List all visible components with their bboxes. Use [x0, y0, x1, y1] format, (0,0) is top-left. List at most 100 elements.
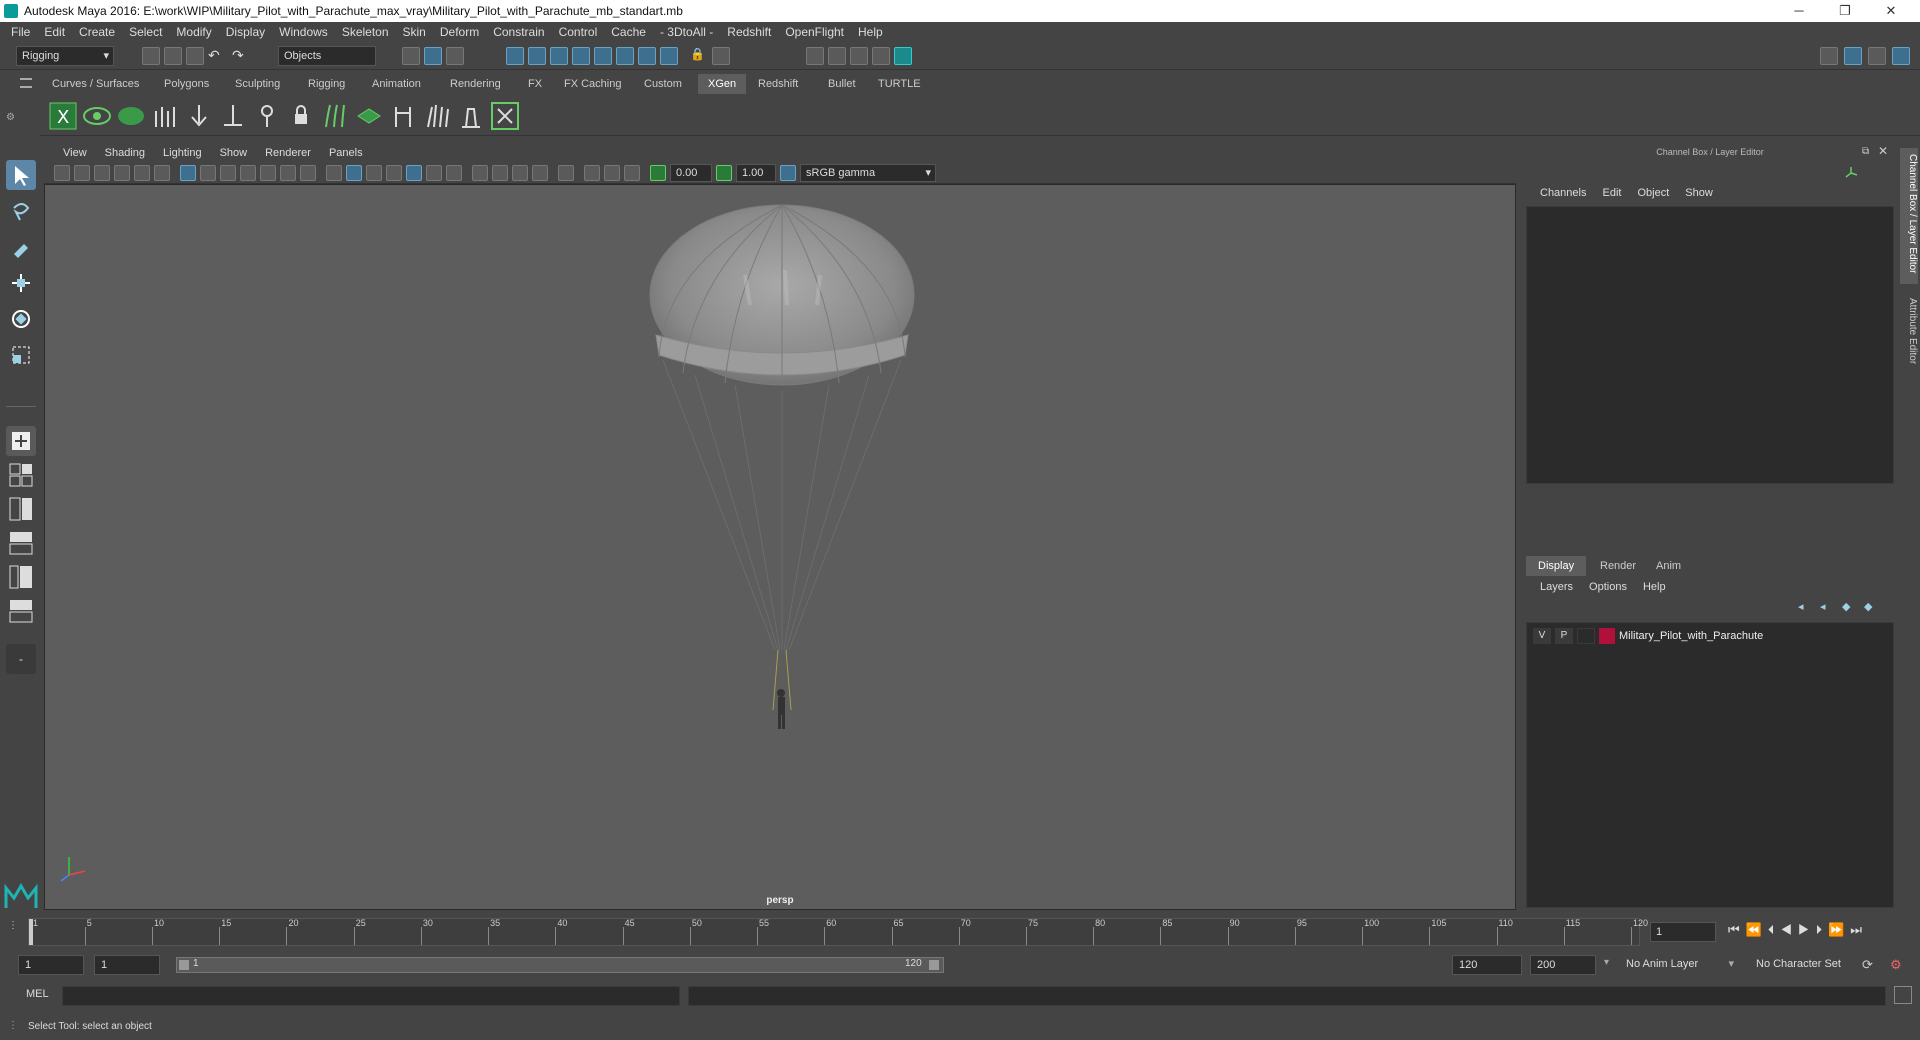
- shelf-tab-redshift[interactable]: Redshift: [748, 74, 808, 94]
- chevron-down-icon[interactable]: ▾: [1604, 957, 1609, 968]
- menu-deform[interactable]: Deform: [433, 25, 486, 39]
- snap-grid-icon[interactable]: [506, 47, 524, 68]
- step-back-key-icon[interactable]: ⏪: [1746, 922, 1768, 937]
- image-plane-icon[interactable]: [114, 165, 130, 184]
- shelf-tab-custom[interactable]: Custom: [634, 74, 692, 94]
- xgen-grass-icon[interactable]: [422, 101, 452, 131]
- channel-box-menu-channels[interactable]: Channels: [1532, 187, 1594, 199]
- go-to-start-icon[interactable]: ⏮: [1728, 922, 1746, 937]
- menu-redshift[interactable]: Redshift: [720, 25, 778, 39]
- step-back-frame-icon[interactable]: ⏴: [1768, 922, 1781, 937]
- channel-box-toggle-icon[interactable]: [1844, 47, 1862, 68]
- two-pane-side-layout-icon[interactable]: [6, 494, 36, 524]
- outliner-layout-icon[interactable]: [6, 562, 36, 592]
- menu-skin[interactable]: Skin: [396, 25, 433, 39]
- float-panel-icon[interactable]: ⧉: [1862, 146, 1869, 157]
- render-settings-icon[interactable]: [872, 47, 890, 68]
- snap-curve-icon[interactable]: [528, 47, 546, 68]
- end-time-field[interactable]: 200: [1530, 955, 1596, 975]
- shelf-tab-polygons[interactable]: Polygons: [154, 74, 219, 94]
- snap-live-surface-icon[interactable]: [594, 47, 612, 68]
- menu-3dtoall[interactable]: - 3DtoAll -: [653, 25, 720, 39]
- panel-menu-view[interactable]: View: [54, 147, 96, 159]
- xgen-layer-icon[interactable]: [354, 101, 384, 131]
- xgen-rebuild-icon[interactable]: [490, 101, 520, 131]
- menu-control[interactable]: Control: [552, 25, 605, 39]
- go-to-end-icon[interactable]: ⏭: [1850, 922, 1868, 937]
- shadows-icon[interactable]: [446, 165, 462, 184]
- gamma-field[interactable]: 1.00: [736, 164, 776, 182]
- open-scene-icon[interactable]: [164, 47, 182, 68]
- range-slider-start-handle[interactable]: [179, 960, 189, 970]
- shelf-settings-icon[interactable]: ⚙: [6, 112, 15, 123]
- panel-menu-panels[interactable]: Panels: [320, 147, 372, 159]
- side-tab-attribute-editor[interactable]: Attribute Editor: [1900, 292, 1918, 392]
- render-view-icon[interactable]: [806, 47, 824, 68]
- layer-menu-layers[interactable]: Layers: [1532, 581, 1581, 593]
- xgen-clumping-icon[interactable]: [456, 101, 486, 131]
- use-all-lights-icon[interactable]: [426, 165, 442, 184]
- shelf-tab-fx[interactable]: FX: [518, 74, 552, 94]
- playback-end-field[interactable]: 120: [1452, 955, 1522, 975]
- render-frame-icon[interactable]: [828, 47, 846, 68]
- layer-row[interactable]: V P Military_Pilot_with_Parachute: [1533, 627, 1889, 645]
- history-icon[interactable]: [638, 47, 656, 68]
- snap-view-plane-icon[interactable]: [572, 47, 590, 68]
- undo-icon[interactable]: ↶: [208, 47, 220, 64]
- resolution-gate-icon[interactable]: [220, 165, 236, 184]
- shelf-tab-turtle[interactable]: TURTLE: [868, 74, 931, 94]
- play-backward-icon[interactable]: ◀: [1780, 922, 1798, 937]
- select-by-component-icon[interactable]: [446, 47, 464, 68]
- select-arrow-icon[interactable]: [6, 160, 36, 190]
- time-slider-handle-icon[interactable]: ⋮: [8, 920, 18, 931]
- selection-mode-dropdown[interactable]: Objects: [278, 46, 376, 66]
- wireframe-on-shaded-icon[interactable]: [386, 165, 402, 184]
- tab-render[interactable]: Render: [1588, 556, 1648, 576]
- step-forward-frame-icon[interactable]: ⏵: [1816, 922, 1829, 937]
- xgen-guide-length-icon[interactable]: [218, 101, 248, 131]
- xgen-guides-curves-icon[interactable]: [320, 101, 350, 131]
- time-ruler[interactable]: 1 5 10 15 20 25 30 35 40 45 50 55 60 65 70 75 80 85 90 95 10…: [28, 918, 1648, 946]
- tool-settings-toggle-icon[interactable]: [1892, 47, 1910, 68]
- restore-button[interactable]: ❐: [1822, 0, 1868, 22]
- paint-select-icon[interactable]: [6, 232, 36, 262]
- shelf-tab-xgen[interactable]: XGen: [698, 74, 747, 94]
- layer-color-swatch[interactable]: [1599, 628, 1615, 644]
- start-time-field[interactable]: 1: [18, 955, 84, 975]
- menu-select[interactable]: Select: [122, 25, 169, 39]
- character-set-dropdown[interactable]: No Character Set: [1750, 955, 1868, 975]
- depth-of-field-icon[interactable]: [532, 165, 548, 184]
- shelf-tab-rigging[interactable]: Rigging: [298, 74, 355, 94]
- move-tool-icon[interactable]: [6, 268, 36, 298]
- panel-menu-show[interactable]: Show: [211, 147, 257, 159]
- four-pane-layout-icon[interactable]: [6, 460, 36, 490]
- select-by-object-icon[interactable]: [424, 47, 442, 68]
- exposure-field[interactable]: 0.00: [670, 164, 712, 182]
- select-by-hierarchy-icon[interactable]: [402, 47, 420, 68]
- smooth-shade-icon[interactable]: [346, 165, 362, 184]
- shelf-tab-rendering[interactable]: Rendering: [440, 74, 511, 94]
- new-empty-layer-icon[interactable]: ◆: [1842, 600, 1850, 613]
- shelf-tab-bullet[interactable]: Bullet: [818, 74, 866, 94]
- default-material-icon[interactable]: [366, 165, 382, 184]
- gate-mask-icon[interactable]: [240, 165, 256, 184]
- two-pane-stacked-layout-icon[interactable]: [6, 528, 36, 558]
- animation-preferences-icon[interactable]: ⚙: [1890, 957, 1902, 973]
- xgen-modifier-icon[interactable]: [388, 101, 418, 131]
- layer-menu-options[interactable]: Options: [1581, 581, 1635, 593]
- safe-action-icon[interactable]: [280, 165, 296, 184]
- wireframe-icon[interactable]: [326, 165, 342, 184]
- xray-joints-icon[interactable]: [604, 165, 620, 184]
- playback-start-field[interactable]: 1: [94, 955, 160, 975]
- range-slider[interactable]: 1 120: [176, 957, 944, 973]
- layout-icon[interactable]: [1820, 47, 1838, 68]
- xgen-create-description-icon[interactable]: [116, 101, 146, 131]
- minimize-button[interactable]: ─: [1776, 0, 1822, 22]
- layer-visibility-toggle[interactable]: V: [1533, 628, 1551, 644]
- hypershade-icon[interactable]: [894, 47, 912, 68]
- panel-menu-lighting[interactable]: Lighting: [154, 147, 211, 159]
- snap-vertex-icon[interactable]: [616, 47, 634, 68]
- grease-pencil-icon[interactable]: [154, 165, 170, 184]
- move-layer-down-icon[interactable]: ◂: [1820, 600, 1826, 613]
- select-tool-icon[interactable]: [712, 47, 730, 68]
